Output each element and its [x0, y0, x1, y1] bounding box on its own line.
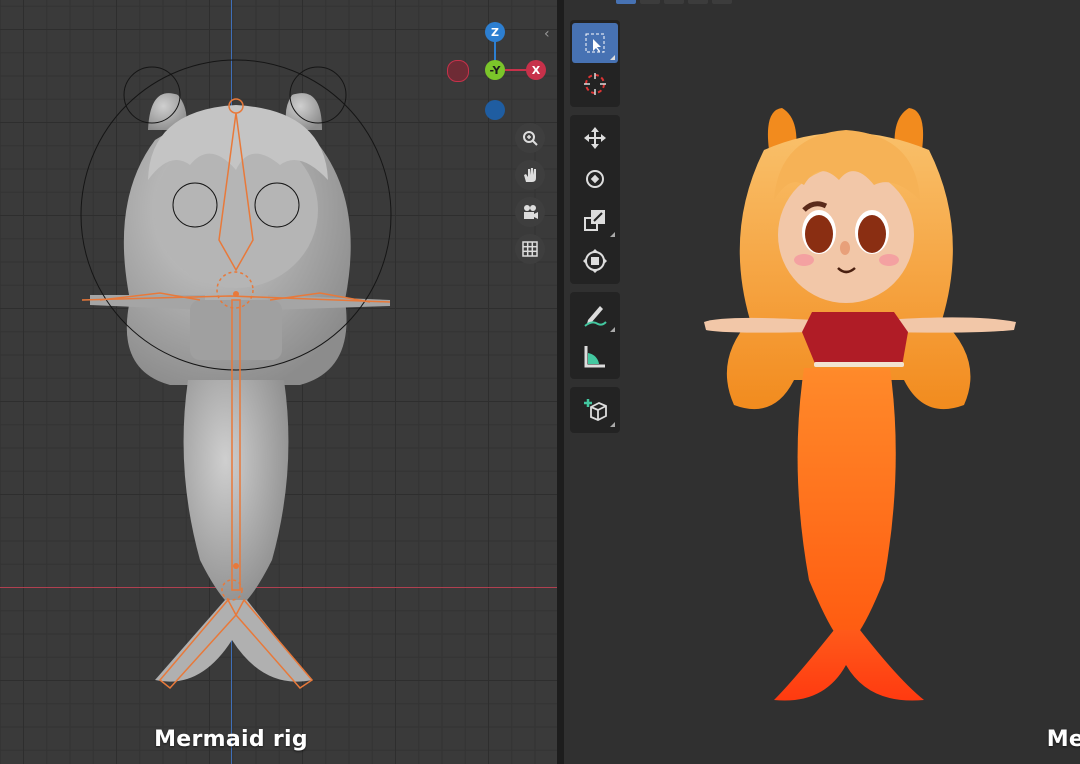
gizmo-neg-y[interactable]: -Y	[485, 60, 505, 80]
gizmo-neg-z[interactable]	[485, 100, 505, 120]
model-viewport[interactable]: Mermaid model	[564, 0, 1080, 764]
grid-icon[interactable]	[515, 234, 545, 264]
hand-pan-icon[interactable]	[515, 160, 545, 190]
camera-icon[interactable]	[515, 197, 545, 227]
model-caption: Mermaid model	[1046, 727, 1080, 752]
navigation-gizmo[interactable]: Z -Y X	[445, 20, 550, 120]
rig-viewport[interactable]: ‹ Z -Y X Mermaid rig	[0, 0, 557, 764]
gizmo-x[interactable]: X	[526, 60, 546, 80]
zoom-icon[interactable]	[515, 123, 545, 153]
rig-caption: Mermaid rig	[154, 727, 308, 752]
viewport-divider[interactable]	[557, 0, 564, 764]
gizmo-z[interactable]: Z	[485, 22, 505, 42]
gizmo-neg-x[interactable]	[447, 60, 469, 82]
mermaid-model-figure[interactable]	[564, 0, 1080, 764]
